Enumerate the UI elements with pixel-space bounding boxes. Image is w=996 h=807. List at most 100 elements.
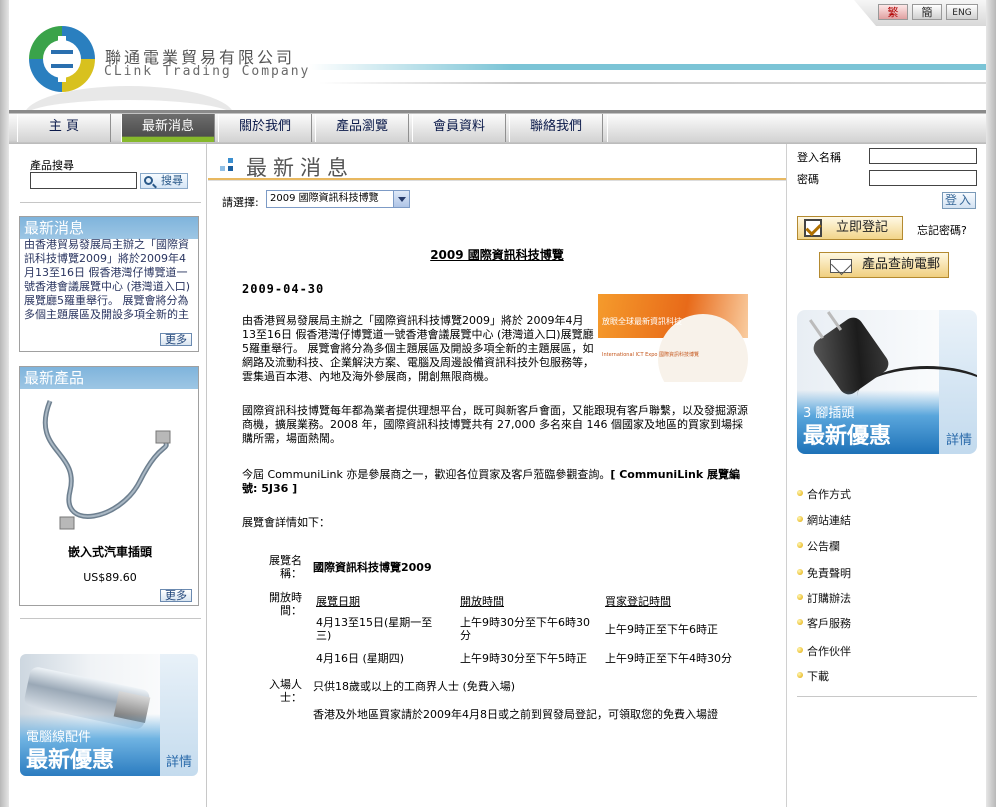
title-squares-icon: [220, 158, 233, 171]
nav-members[interactable]: 會員資料: [412, 114, 506, 142]
title-underline-2: [208, 180, 786, 181]
link-bulletin[interactable]: 公告欄: [807, 538, 840, 554]
left-divider-2: [20, 618, 201, 619]
product-name[interactable]: 嵌入式汽車插頭: [20, 543, 200, 560]
forgot-password-link[interactable]: 忘記密碼?: [917, 222, 967, 238]
envelope-icon: [830, 259, 852, 273]
article-date: 2009-04-30: [242, 282, 325, 296]
checkmark-icon: [804, 219, 822, 237]
products-more-button[interactable]: 更多: [160, 589, 192, 602]
nav-home[interactable]: 主 頁: [17, 114, 111, 142]
bullet-icon: [797, 594, 803, 600]
lang-english-button[interactable]: ENG: [946, 4, 978, 20]
article-title: 2009 國際資訊科技博覽: [430, 248, 564, 262]
chevron-down-icon[interactable]: [393, 191, 409, 207]
expo-name-label: 展覽名稱：: [269, 554, 302, 580]
bullet-icon: [797, 490, 803, 496]
cable-banner-details-link[interactable]: 詳情: [166, 751, 192, 770]
login-button[interactable]: 登入: [942, 192, 976, 209]
entry-line-1: 只供18歲或以上的工商界人士 (免費入場): [313, 680, 516, 693]
link-disclaimer[interactable]: 免責聲明: [807, 565, 851, 581]
search-icon: [144, 176, 153, 185]
company-logo-icon[interactable]: [29, 26, 95, 92]
link-ordering[interactable]: 訂購辦法: [807, 590, 851, 606]
link-customer-service[interactable]: 客戶服務: [807, 615, 851, 631]
link-websites[interactable]: 網站連結: [807, 512, 851, 528]
article-para-1: 由香港貿易發展局主辦之「國際資訊科技博覽2009」將於 2009年4月13至16…: [242, 314, 594, 383]
article-para-2: 國際資訊科技博覽每年都為業者提供理想平台，既可與新客戶會面，又能跟現有客戶聯繫，…: [242, 404, 748, 445]
nav-products[interactable]: 產品瀏覽: [315, 114, 409, 142]
article-para-3: 今屆 CommuniLink 亦是參展商之一，歡迎各位買家及客戶蒞臨參觀查詢。[…: [242, 468, 752, 496]
page: 繁 簡 ENG 聯通電業貿易有限公司 CLink Trading Company…: [0, 0, 996, 807]
table-row-1-hours: 上午9時30分至下午6時30分: [460, 616, 590, 642]
right-divider: [797, 696, 977, 697]
left-column: 產品搜尋 搜尋 最新消息 由香港貿易發展局主辦之「國際資訊科技博覽2009」將於…: [9, 144, 207, 807]
news-more-button[interactable]: 更多: [160, 333, 192, 346]
cable-banner-line2: 最新優惠: [26, 748, 115, 773]
mail-button-label: 產品查詢電郵: [861, 257, 940, 272]
nav-contact[interactable]: 聯絡我們: [509, 114, 603, 142]
select-label: 請選擇:: [222, 196, 259, 209]
header: 繁 簡 ENG 聯通電業貿易有限公司 CLink Trading Company: [9, 0, 986, 110]
expo-image: 放眼全球最新資訊科技 International ICT Expo 國際資訊科技…: [598, 294, 748, 382]
register-button-label: 立即登記: [835, 220, 888, 235]
news-box: 最新消息 由香港貿易發展局主辦之「國際資訊科技博覽2009」將於2009年4月1…: [19, 216, 199, 352]
news-marquee-text[interactable]: 由香港貿易發展局主辦之「國際資訊科技博覽2009」將於2009年4月13至16日…: [24, 238, 194, 322]
news-select-value: 2009 國際資訊科技博覽: [270, 193, 379, 204]
right-column: 登入名稱 密碼 登入 立即登記 忘記密碼? 產品查詢電郵 3 腳插頭 最新優惠 …: [786, 144, 986, 807]
password-input[interactable]: [869, 170, 977, 186]
search-input[interactable]: [30, 172, 137, 189]
search-button[interactable]: 搜尋: [140, 173, 188, 189]
plug-pin-1: [808, 319, 825, 339]
company-name-en: CLink Trading Company: [104, 64, 311, 79]
bullet-icon: [797, 619, 803, 625]
nav-about[interactable]: 關於我們: [218, 114, 312, 142]
link-cooperation[interactable]: 合作方式: [807, 486, 851, 502]
table-row-1-date: 4月13至15日(星期一至三): [316, 616, 433, 642]
news-select[interactable]: 2009 國際資訊科技博覽: [266, 190, 410, 208]
register-button[interactable]: 立即登記: [797, 216, 903, 240]
username-input[interactable]: [869, 148, 977, 164]
product-inquiry-email-button[interactable]: 產品查詢電郵: [819, 252, 949, 278]
expo-image-small-text: International ICT Expo 國際資訊科技博覽: [602, 352, 700, 358]
plug-promo-banner[interactable]: 3 腳插頭 最新優惠 詳情: [797, 310, 977, 454]
news-box-title: 最新消息: [20, 217, 198, 239]
expo-name-value: 國際資訊科技博覽2009: [313, 561, 432, 574]
entry-line-2: 香港及外地區買家請於2009年4月8日或之前到貿發局登記，可領取您的免費入場證: [313, 708, 718, 721]
left-frame: [0, 0, 9, 807]
bullet-icon: [797, 569, 803, 575]
header-line-2: [319, 82, 986, 84]
table-row-1-buyer: 上午9時正至下午6時正: [605, 623, 718, 636]
main-nav: 主 頁 最新消息 關於我們 產品瀏覽 會員資料 聯絡我們: [9, 110, 986, 144]
header-line: [309, 64, 986, 70]
nav-news[interactable]: 最新消息: [121, 114, 215, 142]
entry-label: 入場人士：: [269, 678, 302, 704]
products-box: 最新產品 嵌入式汽車插頭 US$89.60 更多: [19, 366, 199, 606]
plug-banner-details-link[interactable]: 詳情: [946, 429, 972, 448]
left-divider: [20, 202, 201, 203]
table-row-2-date: 4月16日 (星期四): [316, 652, 405, 665]
bullet-icon: [797, 672, 803, 678]
lang-simplified-button[interactable]: 簡: [912, 4, 942, 20]
products-box-title: 最新產品: [20, 367, 198, 389]
table-row-2-buyer: 上午9時正至下午4時30分: [605, 652, 732, 665]
bullet-icon: [797, 647, 803, 653]
cable-promo-banner[interactable]: 電腦線配件 最新優惠 詳情: [20, 654, 198, 776]
search-button-label: 搜尋: [161, 174, 183, 187]
lang-traditional-button[interactable]: 繁: [878, 4, 908, 20]
main-content: 最新消息 請選擇: 2009 國際資訊科技博覽 2009 國際資訊科技博覽 20…: [208, 144, 786, 807]
search-label: 產品搜尋: [30, 159, 74, 172]
col-header-date: 展覽日期: [316, 595, 360, 608]
link-download[interactable]: 下載: [807, 668, 829, 684]
opening-label: 開放時間：: [269, 591, 302, 617]
article-para-3-text: 今屆 CommuniLink 亦是參展商之一，歡迎各位買家及客戶蒞臨參觀查詢。: [242, 468, 611, 481]
article-para-4: 展覽會詳情如下：: [242, 516, 330, 529]
link-partners[interactable]: 合作伙伴: [807, 643, 851, 659]
car-plug-cable-image[interactable]: [20, 391, 200, 541]
plug-banner-line2: 最新優惠: [803, 424, 892, 449]
password-label: 密碼: [797, 173, 819, 186]
col-header-buyer: 買家登記時間: [605, 595, 671, 608]
col-header-hours: 開放時間: [460, 595, 504, 608]
expo-image-text: 放眼全球最新資訊科技: [602, 317, 682, 326]
bullet-icon: [797, 542, 803, 548]
